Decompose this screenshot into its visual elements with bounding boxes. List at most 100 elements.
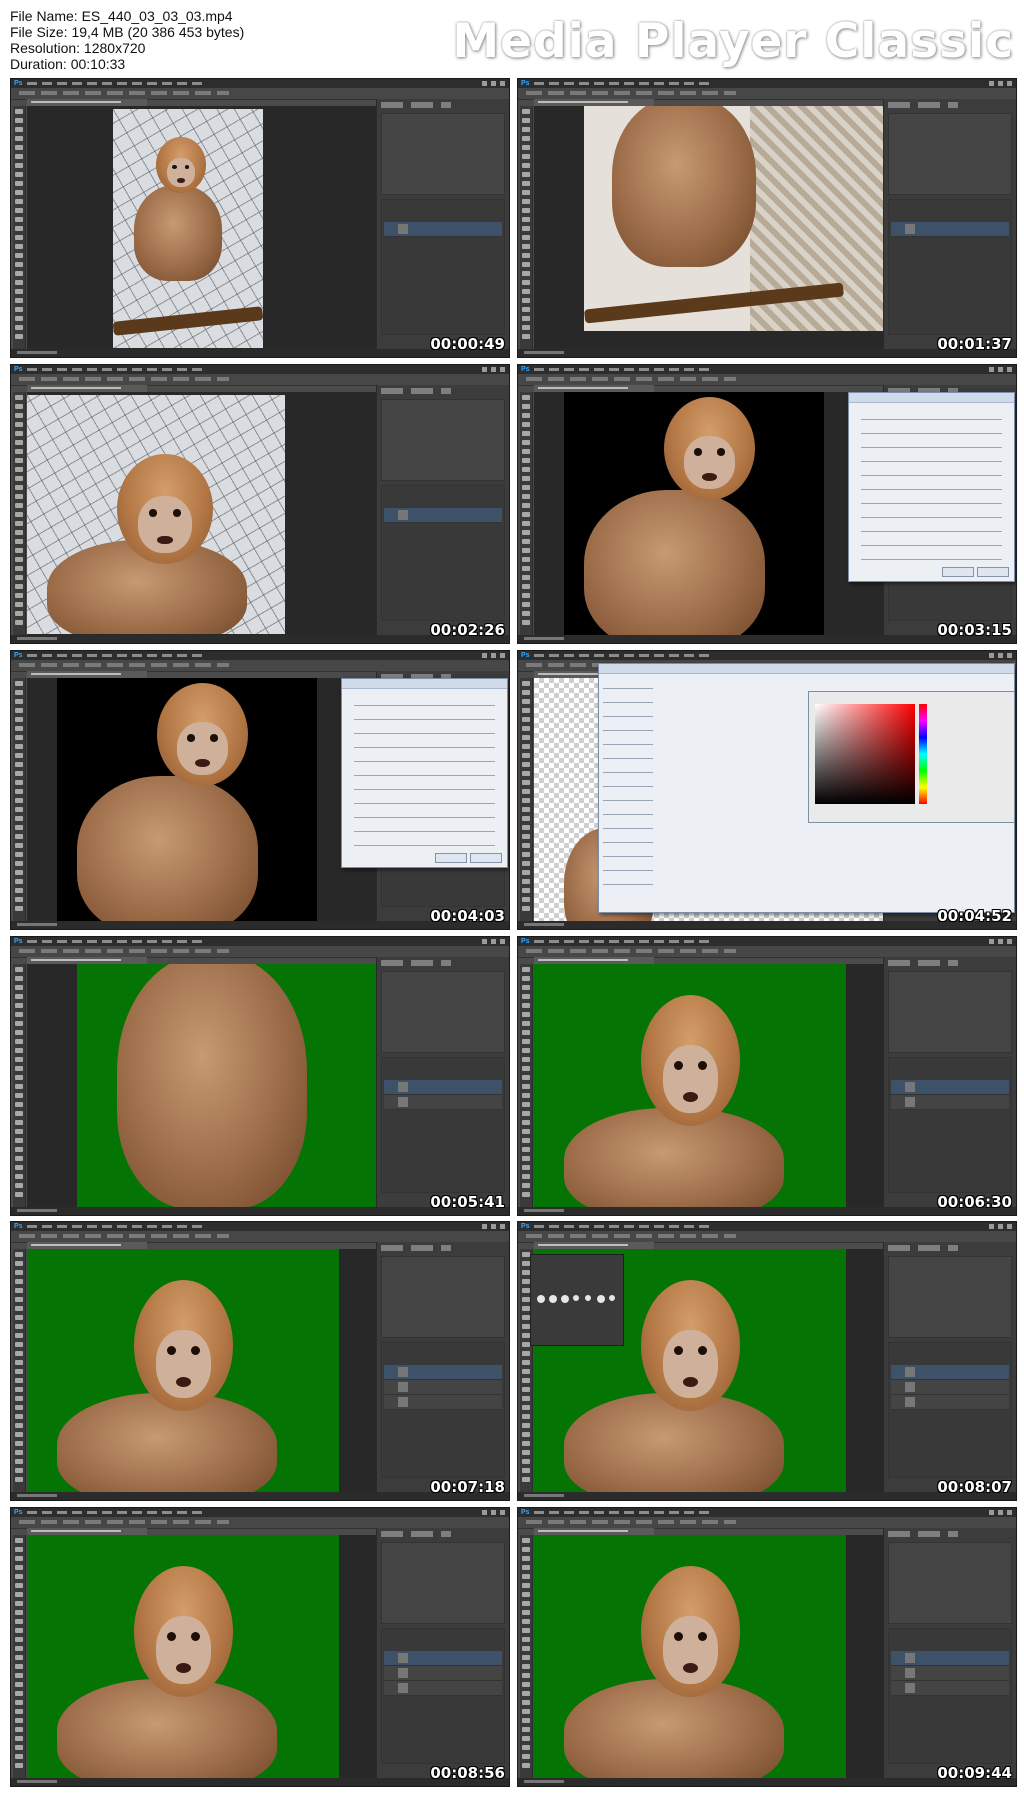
menu-items[interactable] bbox=[27, 1511, 207, 1514]
tool-icon[interactable] bbox=[15, 1075, 23, 1080]
tool-icon[interactable] bbox=[522, 208, 530, 213]
tool-icon[interactable] bbox=[522, 1138, 530, 1143]
tool-icon[interactable] bbox=[15, 690, 23, 695]
tool-icon[interactable] bbox=[522, 1574, 530, 1579]
tool-icon[interactable] bbox=[522, 1111, 530, 1116]
tool-icon[interactable] bbox=[15, 244, 23, 249]
panel-tabs[interactable] bbox=[381, 1531, 451, 1537]
tool-icon[interactable] bbox=[522, 325, 530, 330]
tool-icon[interactable] bbox=[15, 334, 23, 339]
tool-icon[interactable] bbox=[15, 1664, 23, 1669]
tool-icon[interactable] bbox=[522, 172, 530, 177]
tool-icon[interactable] bbox=[522, 726, 530, 731]
tool-icon[interactable] bbox=[15, 1682, 23, 1687]
document-canvas[interactable] bbox=[27, 678, 377, 921]
tool-icon[interactable] bbox=[522, 1637, 530, 1642]
tool-icon[interactable] bbox=[522, 280, 530, 285]
tool-icon[interactable] bbox=[522, 1270, 530, 1275]
tool-icon[interactable] bbox=[522, 870, 530, 875]
tool-icon[interactable] bbox=[15, 798, 23, 803]
panel-tabs[interactable] bbox=[888, 1245, 958, 1251]
tool-icon[interactable] bbox=[15, 1754, 23, 1759]
window-buttons[interactable] bbox=[989, 1510, 1013, 1515]
tool-icon[interactable] bbox=[522, 1192, 530, 1197]
tool-icon[interactable] bbox=[15, 1709, 23, 1714]
tool-icon[interactable] bbox=[522, 780, 530, 785]
document-tab[interactable] bbox=[534, 1528, 654, 1535]
tool-icon[interactable] bbox=[15, 1655, 23, 1660]
tool-icon[interactable] bbox=[522, 154, 530, 159]
tool-icon[interactable] bbox=[15, 1333, 23, 1338]
tool-icon[interactable] bbox=[15, 1396, 23, 1401]
tool-icon[interactable] bbox=[522, 413, 530, 418]
tool-icon[interactable] bbox=[15, 298, 23, 303]
tool-icon[interactable] bbox=[522, 1261, 530, 1266]
tool-icon[interactable] bbox=[15, 512, 23, 517]
tool-icon[interactable] bbox=[522, 467, 530, 472]
tool-icon[interactable] bbox=[522, 1030, 530, 1035]
layer-row[interactable] bbox=[384, 1666, 502, 1681]
tool-icon[interactable] bbox=[522, 1592, 530, 1597]
tool-icon[interactable] bbox=[15, 1583, 23, 1588]
tool-icon[interactable] bbox=[15, 109, 23, 114]
tool-icon[interactable] bbox=[15, 1147, 23, 1152]
tool-icon[interactable] bbox=[522, 1414, 530, 1419]
tool-icon[interactable] bbox=[15, 1102, 23, 1107]
tool-icon[interactable] bbox=[15, 1468, 23, 1473]
tool-icon[interactable] bbox=[15, 1342, 23, 1347]
tool-icon[interactable] bbox=[15, 834, 23, 839]
tool-icon[interactable] bbox=[15, 262, 23, 267]
tool-icon[interactable] bbox=[522, 888, 530, 893]
tool-icon[interactable] bbox=[522, 244, 530, 249]
tool-icon[interactable] bbox=[15, 431, 23, 436]
tool-icon[interactable] bbox=[15, 1619, 23, 1624]
tool-icon[interactable] bbox=[15, 1673, 23, 1678]
tool-icon[interactable] bbox=[522, 602, 530, 607]
tool-icon[interactable] bbox=[522, 1673, 530, 1678]
tool-icon[interactable] bbox=[15, 1165, 23, 1170]
document-tab[interactable] bbox=[27, 957, 147, 964]
tool-icon[interactable] bbox=[15, 1556, 23, 1561]
tool-icon[interactable] bbox=[522, 557, 530, 562]
tool-icon[interactable] bbox=[15, 1387, 23, 1392]
panel-tabs[interactable] bbox=[888, 102, 958, 108]
tool-icon[interactable] bbox=[15, 208, 23, 213]
tool-icon[interactable] bbox=[522, 1477, 530, 1482]
tool-icon[interactable] bbox=[522, 1120, 530, 1125]
tool-icon[interactable] bbox=[522, 262, 530, 267]
tool-icon[interactable] bbox=[522, 1646, 530, 1651]
tool-icon[interactable] bbox=[15, 1459, 23, 1464]
tool-icon[interactable] bbox=[15, 870, 23, 875]
tool-icon[interactable] bbox=[522, 271, 530, 276]
tool-icon[interactable] bbox=[522, 967, 530, 972]
tool-icon[interactable] bbox=[522, 1468, 530, 1473]
tool-icon[interactable] bbox=[522, 422, 530, 427]
tool-icon[interactable] bbox=[15, 1763, 23, 1768]
tool-icon[interactable] bbox=[15, 485, 23, 490]
tool-icon[interactable] bbox=[522, 118, 530, 123]
tool-icon[interactable] bbox=[15, 1432, 23, 1437]
tool-icon[interactable] bbox=[522, 127, 530, 132]
tool-icon[interactable] bbox=[15, 1261, 23, 1266]
tool-icon[interactable] bbox=[15, 1297, 23, 1302]
tool-icon[interactable] bbox=[522, 566, 530, 571]
tool-icon[interactable] bbox=[522, 548, 530, 553]
tool-icon[interactable] bbox=[15, 602, 23, 607]
document-canvas[interactable] bbox=[534, 392, 884, 635]
tool-icon[interactable] bbox=[522, 1628, 530, 1633]
tool-icon[interactable] bbox=[15, 1120, 23, 1125]
tool-icon[interactable] bbox=[15, 906, 23, 911]
tool-icon[interactable] bbox=[15, 449, 23, 454]
menu-items[interactable] bbox=[534, 368, 714, 371]
tool-icon[interactable] bbox=[15, 154, 23, 159]
tool-icon[interactable] bbox=[15, 1192, 23, 1197]
tool-icon[interactable] bbox=[522, 1351, 530, 1356]
tool-icon[interactable] bbox=[522, 861, 530, 866]
tool-icon[interactable] bbox=[522, 1093, 530, 1098]
brush-tip[interactable] bbox=[573, 1295, 579, 1301]
layer-row[interactable] bbox=[891, 222, 1009, 237]
tool-icon[interactable] bbox=[522, 1174, 530, 1179]
tool-icon[interactable] bbox=[522, 109, 530, 114]
tool-icon[interactable] bbox=[522, 1183, 530, 1188]
tool-icon[interactable] bbox=[522, 521, 530, 526]
